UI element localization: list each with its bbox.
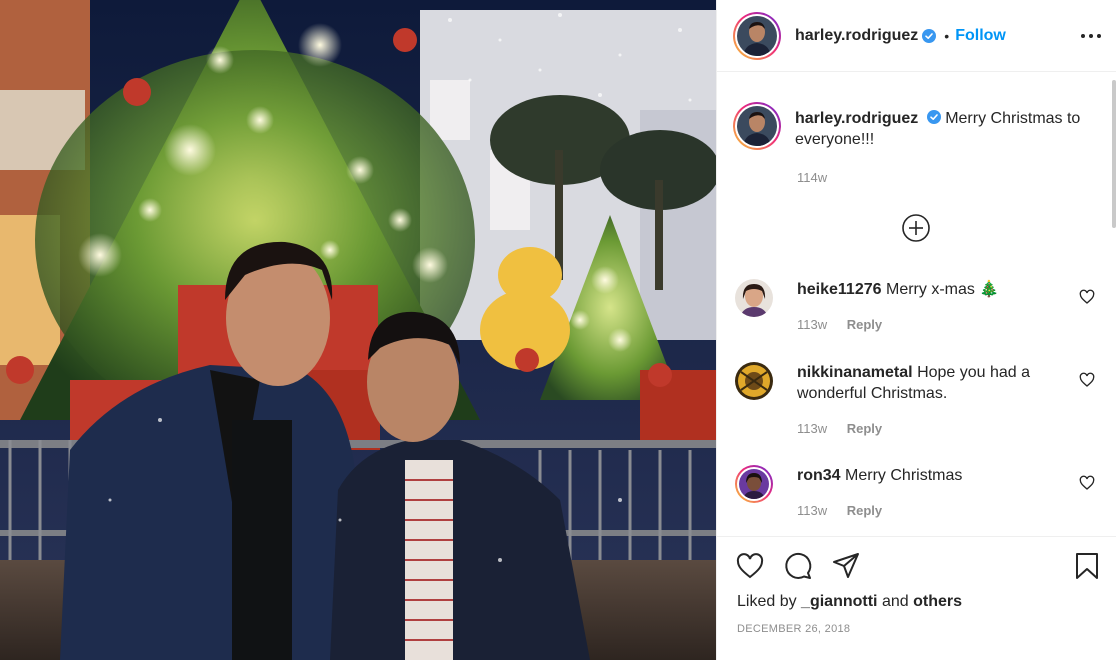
comment-body: ron34 Merry Christmas 113w Reply (797, 465, 1047, 521)
post-caption: harley.rodriguez Merry Christmas to ever… (733, 102, 1103, 150)
comment-meta: 113w Reply (797, 314, 1047, 335)
commenter-avatar-image (735, 362, 773, 400)
comment-item: nikkinanametal Hope you had a wonderful … (735, 362, 1095, 439)
reply-button[interactable]: Reply (847, 503, 882, 518)
commenter-username[interactable]: nikkinanametal (797, 364, 913, 381)
liked-by-user[interactable]: _giannotti (801, 593, 877, 610)
comment-meta: 113w Reply (797, 418, 1047, 439)
post-date[interactable]: DECEMBER 26, 2018 (737, 623, 850, 635)
commenter-username[interactable]: ron34 (797, 467, 841, 484)
comment-time[interactable]: 113w (797, 503, 827, 518)
liked-by-prefix: Liked by (737, 593, 797, 610)
commenter-story-ring[interactable] (735, 465, 773, 503)
commenter-username[interactable]: heike11276 (797, 281, 882, 298)
caption-story-ring[interactable] (733, 102, 781, 150)
verified-badge-icon (926, 110, 941, 124)
caption-username[interactable]: harley.rodriguez (795, 110, 918, 127)
comment-bubble-icon[interactable] (783, 551, 813, 581)
separator-dot: • (944, 27, 950, 44)
reply-button[interactable]: Reply (847, 317, 882, 332)
story-ring[interactable] (733, 11, 781, 60)
bookmark-icon[interactable] (1072, 551, 1102, 581)
heart-icon[interactable] (1079, 372, 1095, 388)
comment-meta: 113w Reply (797, 500, 1047, 521)
commenter-avatar[interactable] (735, 279, 773, 317)
avatar-image (737, 15, 777, 56)
post-header: harley.rodriguez • Follow (717, 0, 1116, 72)
comment-text: Merry x-mas 🎄 (885, 281, 1000, 298)
comment-body: nikkinanametal Hope you had a wonderful … (797, 362, 1047, 439)
verified-badge-icon (922, 28, 937, 43)
comment-item: ron34 Merry Christmas 113w Reply (735, 465, 1095, 521)
christmas-photo (0, 0, 716, 660)
post-author-username[interactable]: harley.rodriguez (795, 27, 918, 45)
comments-section[interactable]: harley.rodriguez Merry Christmas to ever… (717, 80, 1116, 536)
comment-time[interactable]: 113w (797, 421, 827, 436)
likes-summary: Liked by _giannotti and others (737, 593, 962, 611)
heart-icon[interactable] (735, 551, 765, 581)
comment-text: Merry Christmas (845, 467, 963, 484)
scrollbar-thumb[interactable] (1112, 80, 1116, 228)
heart-icon[interactable] (1079, 289, 1095, 305)
follow-button[interactable]: Follow (955, 27, 1006, 45)
plus-circle-icon[interactable] (901, 213, 931, 243)
reply-button[interactable]: Reply (847, 421, 882, 436)
ellipsis-icon[interactable] (1081, 26, 1101, 46)
commenter-avatar-image (739, 469, 769, 499)
paper-plane-icon[interactable] (831, 551, 861, 581)
post-actions: Liked by _giannotti and others DECEMBER … (717, 536, 1116, 660)
liked-by-and: and (881, 593, 909, 610)
liked-by-others[interactable]: others (913, 593, 962, 610)
commenter-avatar (739, 469, 769, 499)
caption-avatar (737, 106, 777, 146)
avatar (737, 15, 777, 56)
caption-text-block: harley.rodriguez Merry Christmas to ever… (795, 102, 1103, 150)
post-side-panel: harley.rodriguez • Follow harley.rodrigu… (716, 0, 1116, 660)
caption-timestamp[interactable]: 114w (797, 170, 827, 185)
comment-body: heike11276 Merry x-mas 🎄 113w Reply (797, 279, 1047, 335)
commenter-avatar-image (735, 279, 773, 317)
comment-time[interactable]: 113w (797, 317, 827, 332)
post-photo[interactable] (0, 0, 716, 660)
heart-icon[interactable] (1079, 475, 1095, 491)
comment-item: heike11276 Merry x-mas 🎄 113w Reply (735, 279, 1095, 335)
commenter-avatar[interactable] (735, 362, 773, 400)
caption-avatar-image (737, 106, 777, 146)
comments-scrollbar[interactable] (1112, 80, 1116, 536)
